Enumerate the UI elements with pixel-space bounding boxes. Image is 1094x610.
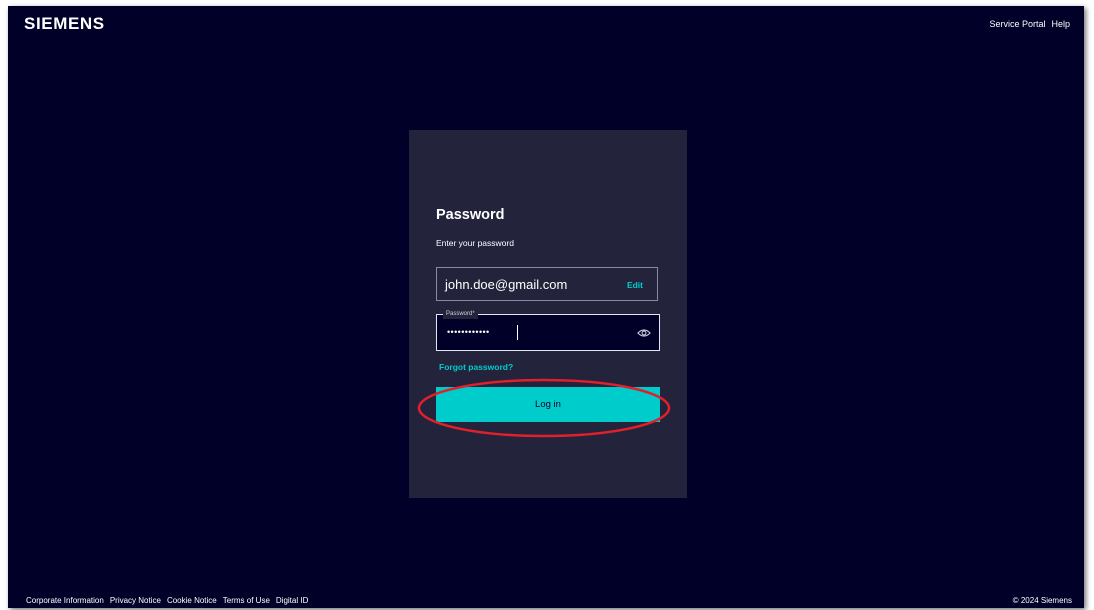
text-caret <box>517 325 518 340</box>
header-nav: Service Portal Help <box>989 19 1070 29</box>
siemens-logo: SIEMENS <box>24 14 105 33</box>
login-card: Password Enter your password john.doe@gm… <box>409 130 687 498</box>
login-screen: SIEMENS Service Portal Help Password Ent… <box>8 6 1084 608</box>
help-link[interactable]: Help <box>1051 19 1070 29</box>
eye-icon[interactable] <box>637 327 651 339</box>
forgot-password-link[interactable]: Forgot password? <box>439 362 513 372</box>
login-button[interactable]: Log in <box>436 387 660 422</box>
service-portal-link[interactable]: Service Portal <box>989 19 1045 29</box>
page-subtitle: Enter your password <box>436 238 514 248</box>
password-label: Password* <box>443 310 478 319</box>
digital-id-link[interactable]: Digital ID <box>276 596 308 605</box>
edit-email-link[interactable]: Edit <box>627 280 643 290</box>
email-value: john.doe@gmail.com <box>445 277 568 292</box>
email-field: john.doe@gmail.com Edit <box>436 267 658 301</box>
cookie-notice-link[interactable]: Cookie Notice <box>167 596 217 605</box>
page-title: Password <box>436 207 505 223</box>
footer-nav: Corporate Information Privacy Notice Coo… <box>26 596 308 605</box>
password-input[interactable]: Password* •••••••••••• <box>436 310 660 351</box>
password-value: •••••••••••• <box>447 327 490 337</box>
privacy-notice-link[interactable]: Privacy Notice <box>110 596 161 605</box>
copyright: © 2024 Siemens <box>1012 596 1072 605</box>
corporate-information-link[interactable]: Corporate Information <box>26 596 104 605</box>
terms-of-use-link[interactable]: Terms of Use <box>223 596 270 605</box>
